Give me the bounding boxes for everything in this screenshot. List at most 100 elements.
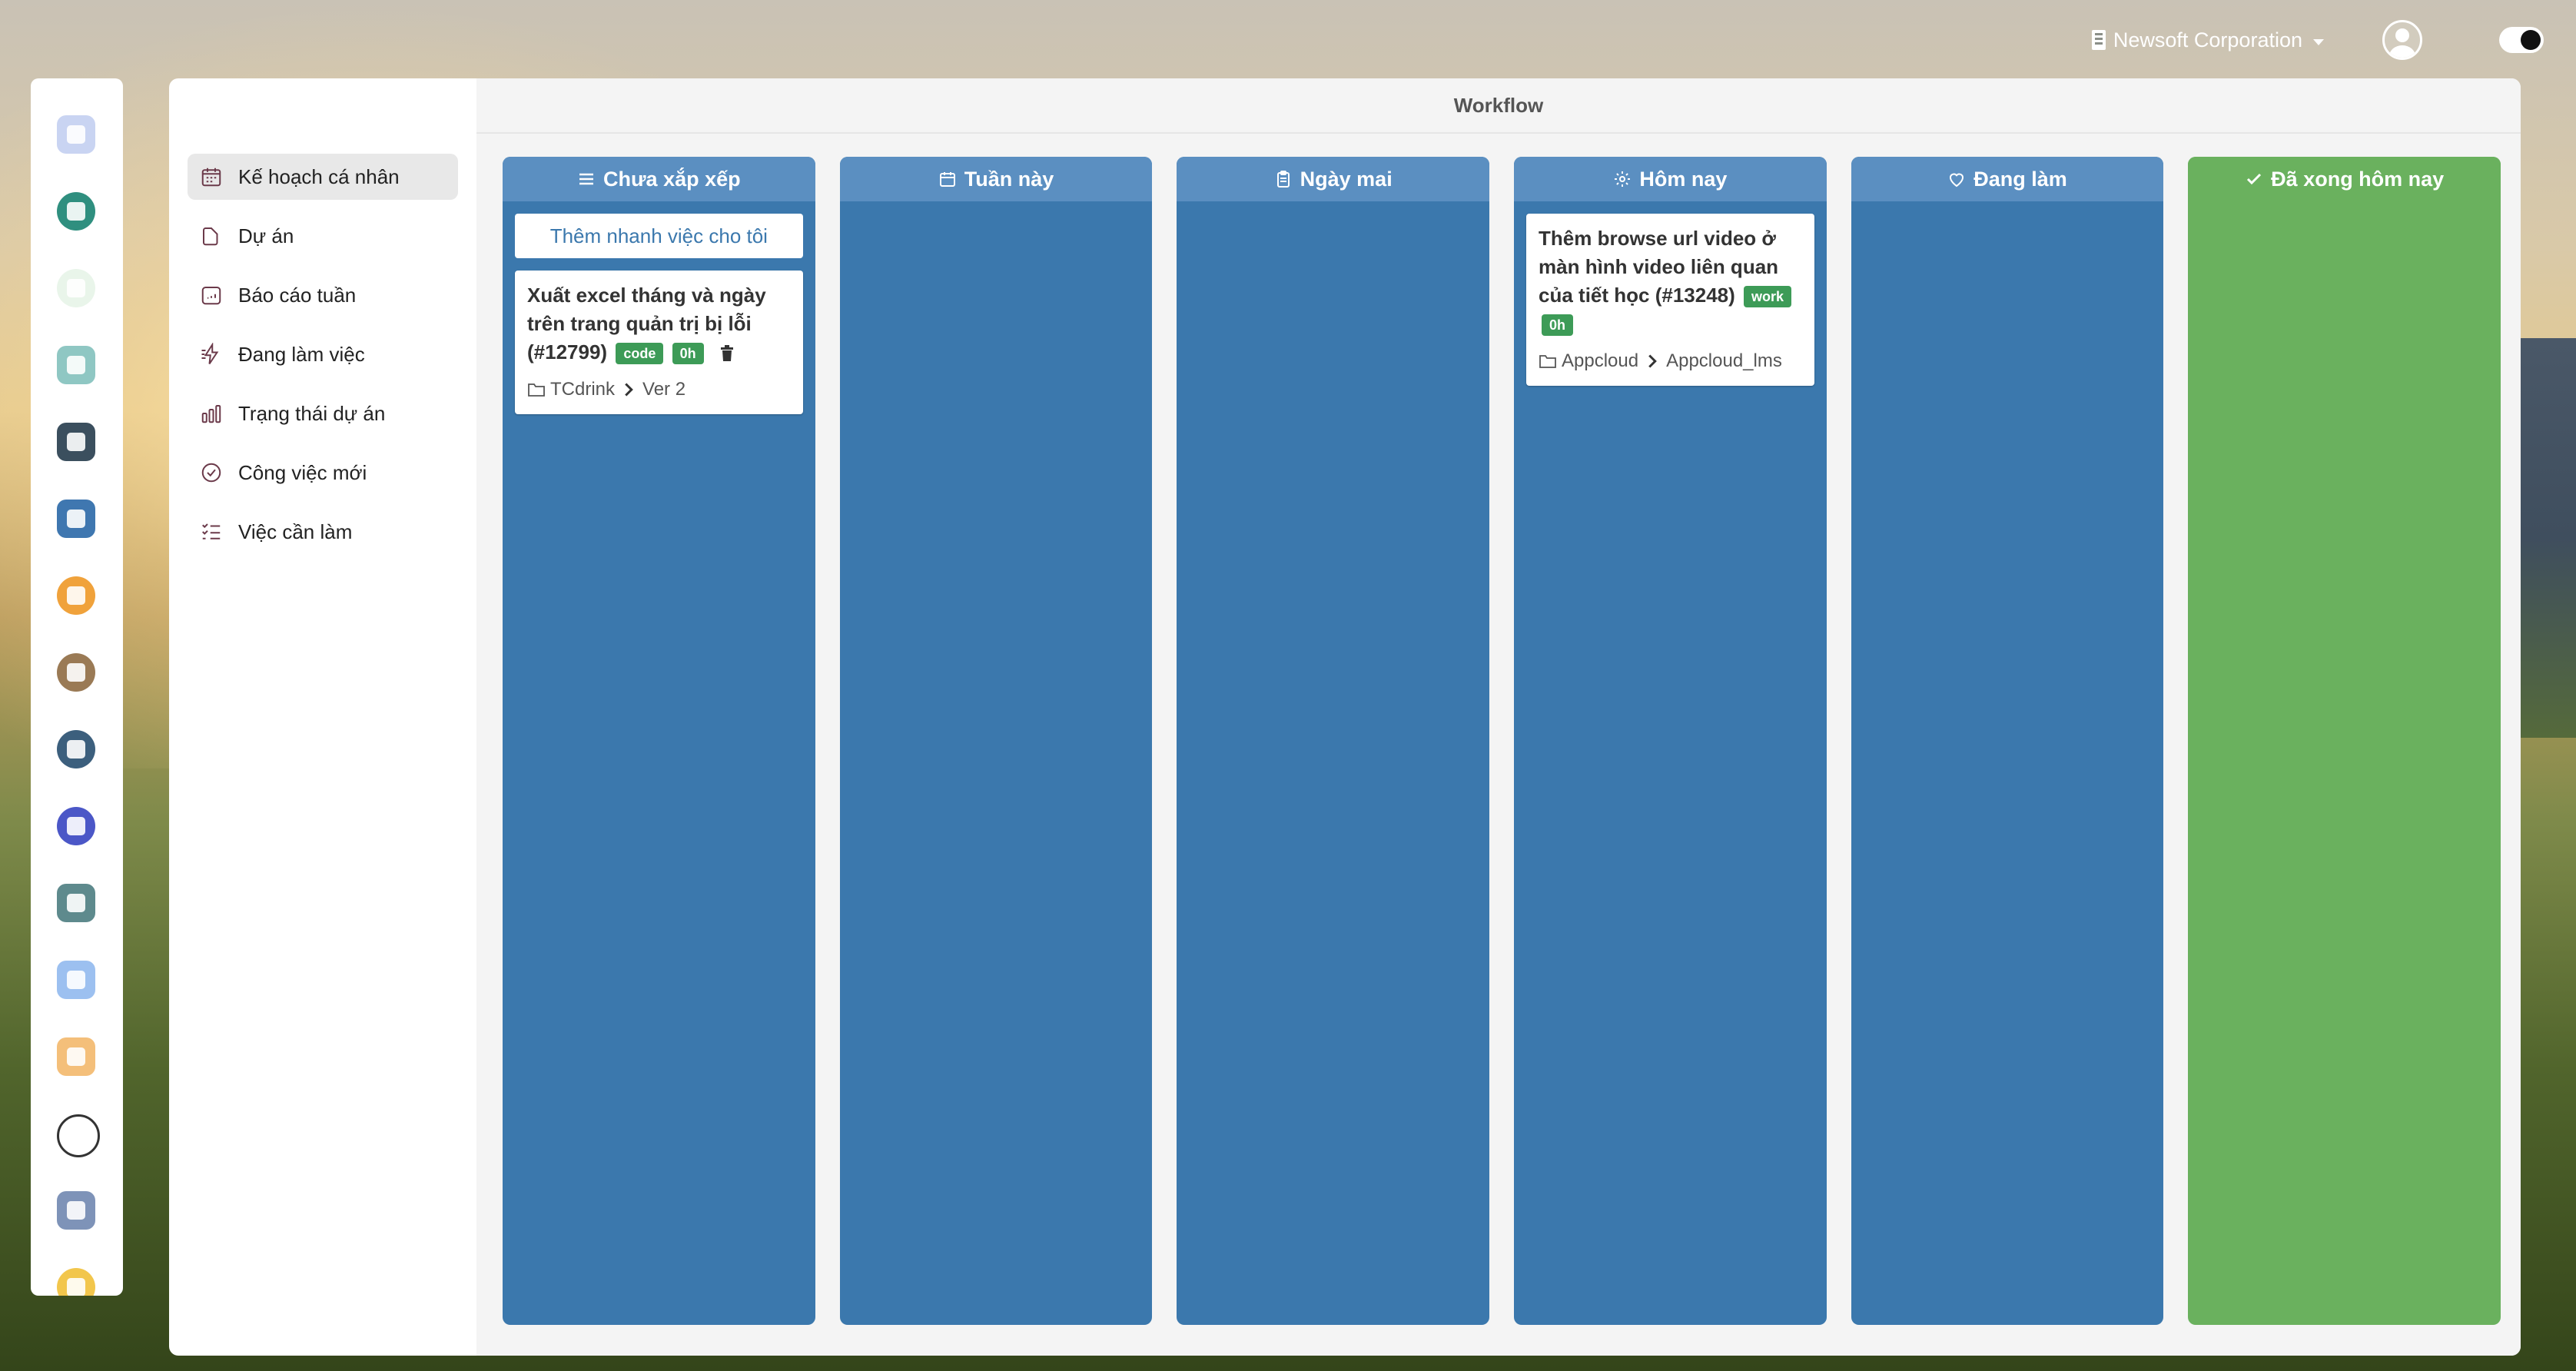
column-title: Tuần này — [964, 167, 1054, 191]
task-card[interactable]: Xuất excel tháng và ngày trên trang quản… — [515, 271, 803, 414]
top-bar: Newsoft Corporation — [2091, 0, 2576, 80]
nav-item-project-status[interactable]: Trạng thái dự án — [188, 390, 458, 437]
nav-label: Báo cáo tuần — [238, 283, 357, 307]
task-card[interactable]: Thêm browse url video ở màn hình video l… — [1526, 214, 1814, 386]
camera-app-icon[interactable] — [57, 423, 95, 461]
column-done-today[interactable]: Đã xong hôm nay — [2188, 157, 2501, 1325]
theme-toggle[interactable] — [2499, 27, 2544, 53]
nav-label: Kế hoạch cá nhân — [238, 164, 400, 188]
app-glyph — [67, 510, 85, 528]
phone-app-icon[interactable] — [57, 269, 95, 307]
board-columns: Chưa xắp xếp Thêm nhanh việc cho tôi Xuấ… — [503, 157, 2501, 1325]
board-area: Workflow Chưa xắp xếp Thêm nhanh việc ch… — [476, 78, 2521, 1356]
chat-app-icon[interactable] — [57, 576, 95, 615]
report-icon — [200, 284, 223, 307]
bar-chart-icon — [200, 402, 223, 425]
app-glyph — [67, 202, 85, 221]
project-name[interactable]: TCdrink — [550, 379, 615, 400]
version-name[interactable]: Appcloud_lms — [1666, 350, 1782, 372]
app-glyph — [67, 1201, 85, 1220]
iot-app-icon[interactable] — [57, 1268, 95, 1296]
caret-down-icon — [2313, 39, 2324, 45]
lightning-icon — [200, 343, 223, 366]
app-glyph — [67, 1278, 85, 1296]
check-icon — [2247, 173, 2262, 185]
crown-app-icon[interactable] — [57, 1037, 95, 1076]
column-header: Tuần này — [839, 157, 1153, 201]
quick-add-task-button[interactable]: Thêm nhanh việc cho tôi — [515, 214, 803, 258]
nav-item-projects[interactable]: Dự án — [188, 213, 458, 259]
board-title: Workflow — [476, 78, 2521, 134]
nav-label: Việc cần làm — [238, 520, 353, 543]
company-name: Newsoft Corporation — [2113, 28, 2302, 51]
task-project-path: TCdrink Ver 2 — [527, 379, 791, 400]
chevron-right-icon — [1648, 354, 1657, 368]
app-glyph — [67, 1047, 85, 1066]
heart-icon — [1950, 173, 1964, 188]
project-name[interactable]: Appcloud — [1562, 350, 1638, 372]
contacts-app-icon[interactable] — [57, 346, 95, 384]
nav-item-personal-plan[interactable]: Kế hoạch cá nhân — [188, 154, 458, 200]
dashboard-app-icon[interactable] — [57, 730, 95, 768]
app-glyph — [67, 971, 85, 989]
hours-badge: 0h — [1542, 314, 1574, 337]
app-glyph — [67, 125, 85, 144]
company-selector[interactable]: Newsoft Corporation — [2091, 28, 2324, 52]
nav-item-working[interactable]: Đang làm việc — [188, 331, 458, 377]
calendar-24-app-icon[interactable] — [57, 192, 95, 231]
column-title: Hôm nay — [1639, 167, 1728, 191]
nav-label: Đang làm việc — [238, 342, 365, 366]
folder-icon — [200, 224, 223, 247]
column-title: Chưa xắp xếp — [603, 167, 741, 191]
nav-item-todo[interactable]: Việc cần làm — [188, 509, 458, 555]
checklist-icon — [200, 520, 223, 543]
type-badge: code — [616, 343, 664, 365]
clipboard-icon — [1276, 171, 1290, 188]
nav-item-weekly-report[interactable]: Báo cáo tuần — [188, 272, 458, 318]
version-name[interactable]: Ver 2 — [642, 379, 685, 400]
calendar-icon — [939, 172, 955, 187]
column-in-progress[interactable]: Đang làm — [1851, 157, 2164, 1325]
planner-app-icon[interactable] — [57, 115, 95, 154]
nav-label: Dự án — [238, 224, 294, 247]
check-circle-icon — [200, 461, 223, 484]
task-title-text: Thêm browse url video ở màn hình video l… — [1539, 227, 1779, 307]
app-glyph — [67, 817, 85, 835]
user-avatar[interactable] — [2382, 20, 2422, 60]
column-title: Ngày mai — [1300, 167, 1393, 191]
network-app-icon[interactable] — [57, 961, 95, 999]
app-glyph — [67, 740, 85, 759]
folder-icon — [528, 383, 545, 397]
building-icon — [2091, 30, 2106, 50]
nav-item-new-tasks[interactable]: Công việc mới — [188, 450, 458, 496]
column-unsorted[interactable]: Chưa xắp xếp Thêm nhanh việc cho tôi Xuấ… — [503, 157, 815, 1325]
folder-icon — [1539, 355, 1556, 368]
task-project-path: Appcloud Appcloud_lms — [1539, 350, 1802, 372]
app-glyph — [67, 663, 85, 682]
nav-label: Trạng thái dự án — [238, 401, 386, 425]
trash-icon[interactable] — [720, 345, 734, 362]
column-today[interactable]: Hôm nay Thêm browse url video ở màn hình… — [1514, 157, 1827, 1325]
app-glyph — [67, 894, 85, 912]
side-nav: Kế hoạch cá nhân Dự án Báo cáo tuần Đang… — [169, 78, 476, 1356]
app-rail — [31, 78, 123, 1296]
column-header: Hôm nay — [1514, 157, 1827, 201]
tasks-app-icon[interactable] — [57, 807, 95, 845]
column-header: Chưa xắp xếp — [503, 157, 815, 201]
type-badge: work — [1744, 286, 1792, 308]
wallet-app-icon[interactable] — [57, 653, 95, 692]
chevron-right-icon — [625, 383, 633, 397]
nav-label: Công việc mới — [238, 460, 367, 484]
app-glyph — [67, 279, 85, 297]
documents-app-icon[interactable] — [57, 500, 95, 538]
column-this-week[interactable]: Tuần này — [839, 157, 1153, 1325]
timer-app-icon[interactable] — [57, 1114, 100, 1157]
app-glyph — [67, 433, 85, 451]
column-title: Đã xong hôm nay — [2271, 167, 2445, 191]
list-icon — [579, 173, 594, 185]
hours-badge: 0h — [672, 343, 704, 365]
store-app-icon[interactable] — [57, 884, 95, 922]
column-tomorrow[interactable]: Ngày mai — [1177, 157, 1490, 1325]
task-title: Thêm browse url video ở màn hình video l… — [1539, 224, 1802, 338]
team-app-icon[interactable] — [57, 1191, 95, 1230]
